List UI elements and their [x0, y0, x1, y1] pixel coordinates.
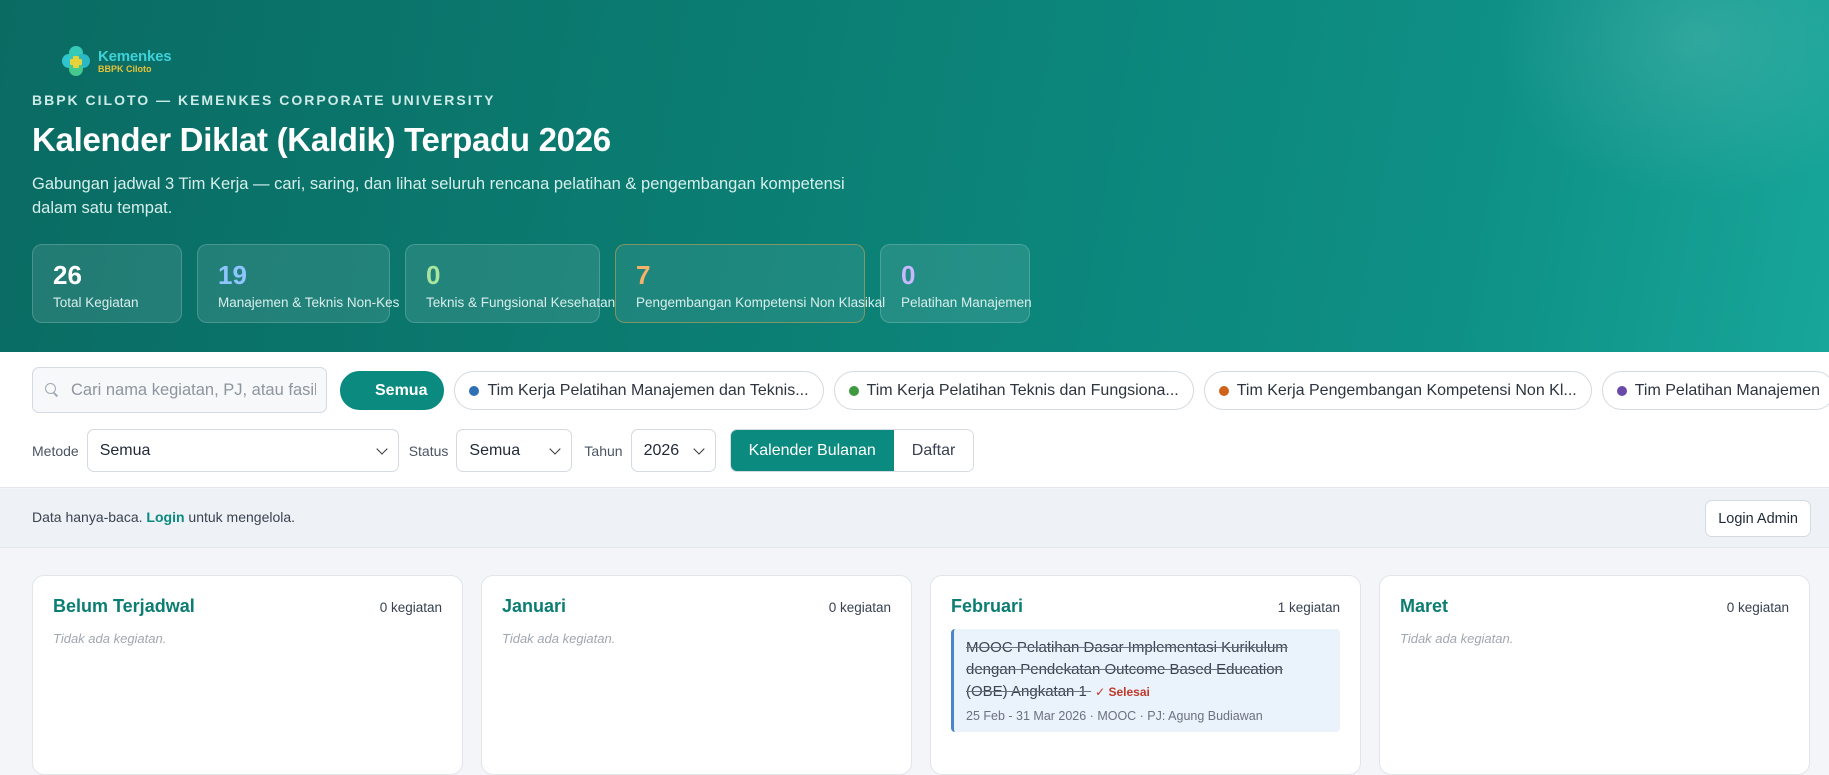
brand-sub: BBPK Ciloto [98, 63, 152, 74]
stat-label: Pengembangan Kompetensi Non Klasikal [636, 295, 886, 310]
event-meta: 25 Feb - 31 Mar 2026 · MOOC · PJ: Agung … [966, 709, 1263, 723]
stats-row: 26 Total Kegiatan 19 Manajemen & Teknis … [32, 244, 1032, 323]
kemenkes-logo: Kemenkes BBPK Ciloto [58, 44, 172, 78]
month-card-belum-terjadwal: Belum Terjadwal 0 kegiatan Tidak ada keg… [32, 575, 463, 775]
stat-label: Teknis & Fungsional Kesehatan [426, 295, 616, 310]
status-value: Semua [469, 441, 521, 459]
stat-label: Manajemen & Teknis Non-Kes [218, 295, 400, 310]
info-prefix: Data hanya-baca. [32, 509, 143, 525]
chip-label: Tim Kerja Pelatihan Manajemen dan Teknis… [487, 381, 809, 399]
info-bar: Data hanya-baca. Login untuk mengelola. … [0, 489, 1829, 548]
tahun-select[interactable]: 2026 [630, 429, 716, 472]
stat-label: Pelatihan Manajemen [901, 295, 1032, 310]
chevron-down-icon [692, 442, 705, 455]
month-count: 0 kegiatan [828, 600, 891, 615]
filter-row: Metode Semua Status Semua Tahun 2026 Kal… [32, 429, 975, 472]
search-box [32, 367, 327, 413]
list-view-button[interactable]: Daftar [893, 430, 974, 471]
team-filter-chips: Semua Tim Kerja Pelatihan Manajemen dan … [340, 371, 1829, 410]
kemenkes-logo-icon [58, 44, 94, 78]
stat-teknis: 0 Teknis & Fungsional Kesehatan [405, 244, 616, 323]
chip-tim-manajemen-teknis[interactable]: Tim Kerja Pelatihan Manajemen dan Teknis… [454, 371, 824, 410]
status-select[interactable]: Semua [456, 429, 573, 472]
dot-icon [469, 385, 480, 396]
month-title: Januari [502, 596, 567, 616]
stat-value: 0 [426, 260, 441, 290]
event-item[interactable]: MOOC Pelatihan Dasar Implementasi Kuriku… [951, 629, 1340, 732]
month-card-januari: Januari 0 kegiatan Tidak ada kegiatan. [481, 575, 912, 775]
stat-value: 26 [53, 260, 82, 290]
view-toggle: Kalender Bulanan Daftar [729, 429, 975, 472]
stat-value: 0 [901, 260, 916, 290]
stat-non-klasikal: 7 Pengembangan Kompetensi Non Klasikal [615, 244, 886, 323]
brand-name: Kemenkes [98, 47, 172, 65]
month-title: Belum Terjadwal [53, 596, 195, 616]
tahun-value: 2026 [643, 441, 680, 459]
month-title: Maret [1400, 596, 1449, 616]
search-icon [45, 383, 59, 397]
metode-label: Metode [32, 442, 79, 459]
login-link[interactable]: Login [146, 509, 184, 525]
empty-message: Tidak ada kegiatan. [53, 631, 167, 646]
metode-value: Semua [99, 441, 151, 459]
dot-icon [848, 385, 859, 396]
search-input[interactable] [71, 380, 316, 400]
chip-tim-non-klasikal[interactable]: Tim Kerja Pengembangan Kompetensi Non Kl… [1203, 371, 1592, 410]
dot-icon [1218, 385, 1229, 396]
stat-total: 26 Total Kegiatan [32, 244, 182, 323]
chip-label: Semua [375, 381, 428, 399]
login-admin-button[interactable]: Login Admin [1705, 500, 1811, 537]
page-subtitle: Gabungan jadwal 3 Tim Kerja — cari, sari… [32, 175, 845, 217]
metode-select[interactable]: Semua [86, 429, 399, 472]
month-title: Februari [951, 596, 1024, 616]
info-text: Data hanya-baca. Login untuk mengelola. [32, 509, 295, 525]
event-title: MOOC Pelatihan Dasar Implementasi Kuriku… [966, 637, 1328, 703]
dot-icon [1616, 385, 1627, 396]
month-count: 0 kegiatan [1726, 600, 1789, 615]
empty-message: Tidak ada kegiatan. [502, 631, 616, 646]
stat-label: Total Kegiatan [53, 295, 139, 310]
chip-semua[interactable]: Semua [340, 371, 445, 410]
filter-bar: Semua Tim Kerja Pelatihan Manajemen dan … [0, 352, 1829, 488]
month-card-maret: Maret 0 kegiatan Tidak ada kegiatan. [1379, 575, 1810, 775]
eyebrow: BBPK CILOTO — KEMENKES CORPORATE UNIVERS… [32, 92, 496, 108]
month-card-februari: Februari 1 kegiatan MOOC Pelatihan Dasar… [930, 575, 1361, 775]
stat-value: 7 [636, 260, 651, 290]
info-suffix: untuk mengelola. [188, 509, 296, 525]
status-label: Status [408, 442, 449, 459]
chevron-down-icon [549, 442, 562, 455]
chip-label: Tim Kerja Pelatihan Teknis dan Fungsiona… [866, 381, 1179, 399]
empty-message: Tidak ada kegiatan. [1400, 631, 1514, 646]
chip-label: Tim Kerja Pengembangan Kompetensi Non Kl… [1236, 381, 1577, 399]
stat-value: 19 [218, 260, 247, 290]
hero-header: Kemenkes BBPK Ciloto BBPK CILOTO — KEMEN… [0, 0, 1829, 352]
stat-pelatihan-manajemen: 0 Pelatihan Manajemen [880, 244, 1032, 323]
status-badge: ✓ Selesai [1095, 685, 1150, 699]
chip-label: Tim Pelatihan Manajemen [1634, 381, 1821, 399]
month-count: 1 kegiatan [1277, 600, 1340, 615]
month-grid: Belum Terjadwal 0 kegiatan Tidak ada keg… [32, 575, 1810, 775]
month-count: 0 kegiatan [379, 600, 442, 615]
page-title: Kalender Diklat (Kaldik) Terpadu 2026 [32, 121, 611, 158]
stat-manajemen: 19 Manajemen & Teknis Non-Kes [197, 244, 400, 323]
tahun-label: Tahun [584, 442, 623, 459]
chip-tim-pelatihan-manajemen[interactable]: Tim Pelatihan Manajemen [1601, 371, 1829, 410]
chevron-down-icon [376, 442, 388, 455]
chip-tim-teknis-fungsional[interactable]: Tim Kerja Pelatihan Teknis dan Fungsiona… [833, 371, 1194, 410]
calendar-view-button[interactable]: Kalender Bulanan [730, 430, 894, 471]
